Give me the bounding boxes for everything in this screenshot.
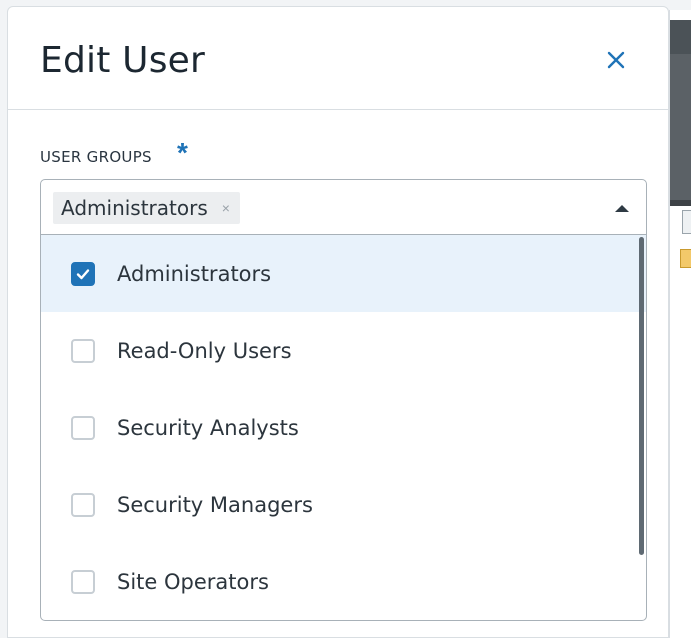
- edit-user-modal: Edit User USER GROUPS * Administrators ×…: [7, 6, 669, 638]
- chip-remove-icon[interactable]: ×: [222, 200, 230, 216]
- background-panel: [669, 10, 691, 638]
- option-label: Administrators: [117, 261, 272, 286]
- modal-header: Edit User: [8, 7, 668, 110]
- option-label: Security Managers: [117, 492, 313, 517]
- chip-label: Administrators: [61, 196, 208, 220]
- user-groups-label: USER GROUPS: [40, 148, 152, 166]
- background-header: [670, 54, 691, 200]
- grid-icon: [682, 210, 691, 234]
- option-read-only-users[interactable]: Read-Only Users: [41, 312, 646, 389]
- background-toolbar: [670, 20, 691, 54]
- option-label: Security Analysts: [117, 415, 299, 440]
- checkbox[interactable]: [71, 569, 95, 594]
- option-administrators[interactable]: Administrators: [41, 235, 646, 312]
- checkbox[interactable]: [71, 338, 95, 363]
- user-groups-dropdown: Administrators Read-Only Users Security …: [40, 235, 647, 621]
- checkmark-icon: [76, 268, 90, 279]
- checkbox[interactable]: [71, 415, 95, 440]
- checkbox[interactable]: [71, 492, 95, 517]
- dropdown-scrollbar[interactable]: [639, 237, 644, 555]
- option-label: Site Operators: [117, 569, 269, 594]
- option-site-operators[interactable]: Site Operators: [41, 543, 646, 620]
- option-security-analysts[interactable]: Security Analysts: [41, 389, 646, 466]
- folder-icon: [680, 249, 691, 268]
- required-indicator: *: [177, 137, 188, 168]
- close-button[interactable]: [604, 48, 628, 72]
- caret-up-icon[interactable]: [615, 205, 629, 212]
- background-divider: [670, 200, 691, 206]
- user-groups-select[interactable]: Administrators ×: [40, 179, 647, 235]
- modal-title: Edit User: [40, 40, 206, 81]
- close-icon: [607, 51, 625, 69]
- selected-chip: Administrators ×: [53, 192, 240, 224]
- option-security-managers[interactable]: Security Managers: [41, 466, 646, 543]
- option-label: Read-Only Users: [117, 338, 292, 363]
- checkbox-checked[interactable]: [71, 261, 95, 286]
